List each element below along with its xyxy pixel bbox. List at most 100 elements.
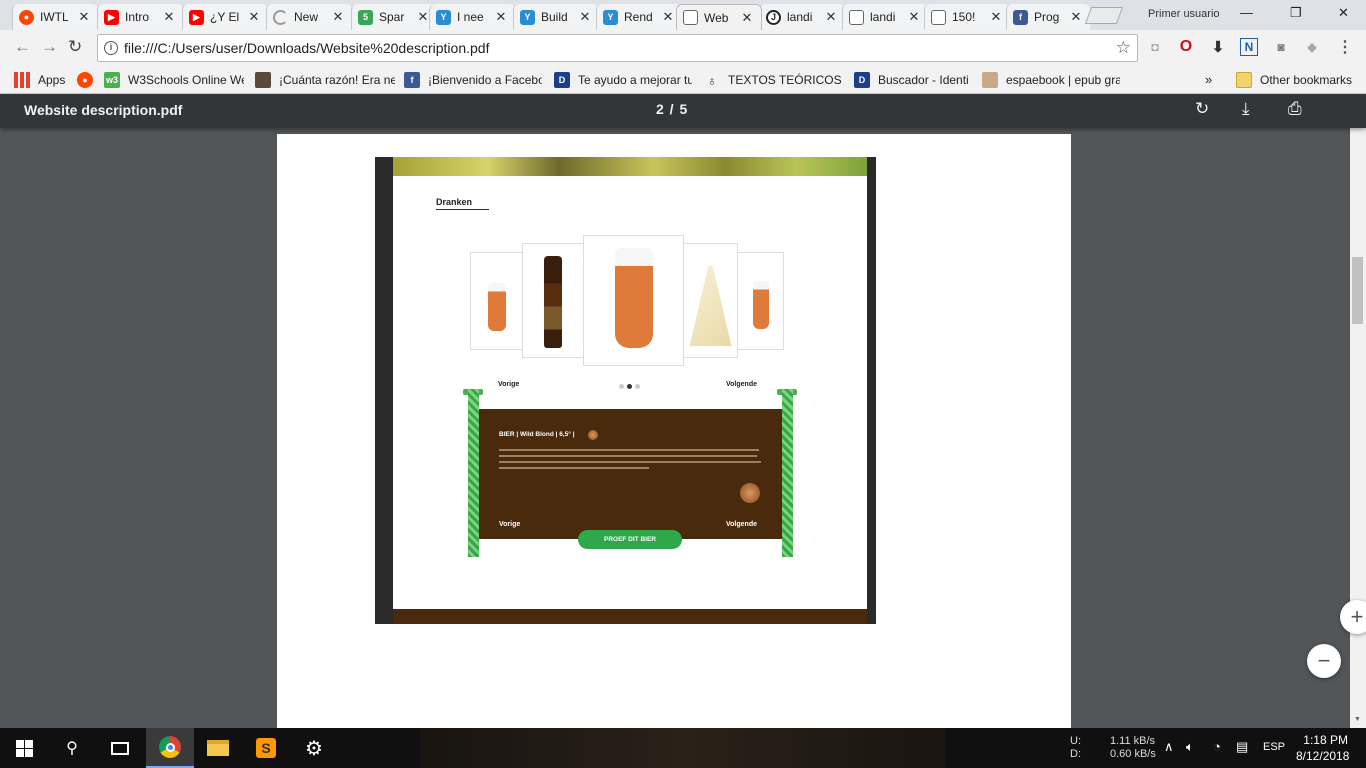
carousel-prev-link[interactable]: Vorige — [498, 381, 519, 388]
cube-icon[interactable]: ◆ — [1303, 38, 1321, 56]
bookmark-facebook[interactable]: f ¡Bienvenido a Facebo — [404, 72, 542, 88]
bookmarks-overflow-button[interactable]: » — [1205, 72, 1212, 87]
badge-icon — [588, 430, 598, 440]
tab-10[interactable]: Jlandi ✕ — [759, 4, 845, 30]
sublime-text-icon[interactable]: S — [242, 728, 290, 768]
clock[interactable]: 1:18 PM 8/12/2018 — [1296, 732, 1350, 764]
language-indicator[interactable]: ESP — [1263, 741, 1285, 753]
url-input[interactable] — [124, 39, 1104, 57]
close-icon[interactable]: ✕ — [739, 10, 755, 26]
close-icon[interactable]: ✕ — [493, 9, 509, 25]
camera-icon[interactable]: ◙ — [1272, 38, 1290, 56]
minimize-icon[interactable]: — — [1240, 5, 1253, 20]
tab-2[interactable]: ▶ Intro ✕ — [97, 4, 183, 30]
reload-icon[interactable]: ↻ — [68, 37, 82, 57]
tab-6[interactable]: Y I nee ✕ — [429, 4, 515, 30]
rotate-icon[interactable]: ↻ — [1195, 99, 1209, 119]
camera-icon[interactable]: ◘ — [1146, 38, 1164, 56]
search-icon[interactable]: ⚲ — [48, 728, 96, 768]
close-icon[interactable]: ✕ — [988, 9, 1004, 25]
tab-title: Web — [704, 10, 729, 25]
tab-9-active[interactable]: Web ✕ — [676, 4, 762, 30]
bookmark-label: ¡Bienvenido a Facebo — [428, 73, 542, 87]
carousel-dot[interactable] — [619, 384, 624, 389]
page-indicator[interactable]: 2 / 5 — [656, 101, 688, 117]
close-icon[interactable]: ✕ — [823, 9, 839, 25]
bookmark-buscador[interactable]: D Buscador - Identi — [854, 72, 972, 88]
close-icon[interactable]: ✕ — [1068, 9, 1084, 25]
tab-title: ¿Y El — [210, 10, 240, 24]
bookmark-espaebook[interactable]: espaebook | epub gra — [982, 72, 1120, 88]
carousel-next-link[interactable]: Volgende — [726, 381, 757, 388]
upload-speed: 1.11 kB/s — [1110, 735, 1156, 747]
volume-icon[interactable]: 🔈︎ — [1186, 739, 1194, 755]
new-tab-button[interactable] — [1084, 7, 1124, 24]
bookmark-w3schools[interactable]: w3 W3Schools Online We — [104, 72, 244, 88]
forward-arrow-icon[interactable]: → — [41, 37, 58, 57]
pdf-viewer[interactable]: Dranken Vorige Volgende BIER | Wild Blon… — [0, 94, 1366, 734]
close-icon[interactable]: ✕ — [76, 9, 92, 25]
bookmark-te-ayudo[interactable]: D Te ayudo a mejorar tu — [554, 72, 692, 88]
network-speed: 1.11 kB/s 0.60 kB/s — [1110, 735, 1156, 761]
n-extension-icon[interactable]: N — [1240, 38, 1258, 56]
tab-title: Intro — [125, 10, 150, 24]
zoom-in-button[interactable]: + — [1340, 600, 1366, 634]
tab-4[interactable]: New ✕ — [266, 4, 352, 30]
bookmark-textos-teoricos[interactable]: ♁ TEXTOS TEÓRICOS en — [704, 72, 844, 88]
bookmark-star-icon[interactable]: ☆ — [1116, 38, 1131, 58]
bookmark-label: Buscador - Identi — [878, 73, 969, 87]
back-arrow-icon[interactable]: ← — [14, 37, 31, 57]
date: 8/12/2018 — [1296, 749, 1350, 763]
window-close-icon[interactable]: ✕ — [1338, 5, 1349, 21]
medal-icon — [740, 483, 760, 503]
close-icon[interactable]: ✕ — [660, 9, 676, 25]
wifi-icon[interactable]: ◔ — [1213, 739, 1221, 754]
proef-dit-bier-button[interactable]: PROEF DIT BIER — [578, 530, 682, 549]
zoom-out-button[interactable]: − — [1307, 644, 1341, 678]
scroll-down-icon[interactable]: ▼ — [1354, 716, 1361, 723]
tab-11[interactable]: landi ✕ — [842, 4, 928, 30]
close-icon[interactable]: ✕ — [330, 9, 346, 25]
profile-name[interactable]: Primer usuario — [1148, 8, 1220, 20]
tab-13[interactable]: f Prog ✕ — [1006, 4, 1090, 30]
tab-5[interactable]: 5 Spar ✕ — [351, 4, 437, 30]
download-icon[interactable]: ⤓ — [1242, 99, 1250, 119]
info-icon[interactable]: i — [104, 41, 118, 55]
chevron-up-icon[interactable]: ∧ — [1164, 739, 1174, 755]
close-icon[interactable]: ✕ — [906, 9, 922, 25]
settings-gear-icon[interactable]: ⚙ — [290, 728, 338, 768]
description-line — [499, 467, 649, 469]
restore-icon[interactable]: ❐ — [1290, 5, 1302, 21]
tab-12[interactable]: 150! ✕ — [924, 4, 1010, 30]
tab-3[interactable]: ▶ ¿Y El ✕ — [182, 4, 268, 30]
close-icon[interactable]: ✕ — [577, 9, 593, 25]
bookmark-reddit[interactable]: ● — [77, 72, 97, 88]
tab-8[interactable]: Y Rend ✕ — [596, 4, 682, 30]
file-explorer-icon[interactable] — [194, 728, 242, 768]
panel-prev-link[interactable]: Vorige — [499, 521, 520, 528]
other-bookmarks[interactable]: Other bookmarks — [1236, 72, 1356, 88]
menu-icon[interactable]: ⋮ — [1336, 38, 1354, 56]
close-icon[interactable]: ✕ — [246, 9, 262, 25]
description-line — [499, 449, 759, 451]
tab-1[interactable]: ● IWTL ✕ — [12, 4, 98, 30]
tab-7[interactable]: Y Build ✕ — [513, 4, 599, 30]
carousel-dot[interactable] — [635, 384, 640, 389]
address-bar[interactable]: i ☆ — [97, 34, 1138, 62]
windows-start-icon[interactable] — [0, 728, 48, 768]
bookmark-apps[interactable]: Apps — [14, 72, 74, 88]
close-icon[interactable]: ✕ — [161, 9, 177, 25]
windows-taskbar: ⚲ S ⚙ U: D: 1.11 kB/s 0.60 kB/s ∧ 🔈︎ ◔ ▤ E… — [0, 728, 1366, 768]
notification-icon[interactable]: ▤ — [1236, 739, 1248, 755]
print-icon[interactable]: ⎙ — [1288, 99, 1302, 119]
scrollbar-thumb[interactable] — [1352, 257, 1363, 324]
decorative-pillar-left — [468, 389, 479, 557]
opera-icon[interactable]: O — [1177, 38, 1195, 56]
download-icon[interactable]: ⬇ — [1209, 38, 1227, 56]
carousel-dot-active[interactable] — [627, 384, 632, 389]
bookmark-cuanta-razon[interactable]: ¡Cuánta razón! Era ne — [255, 72, 395, 88]
panel-next-link[interactable]: Volgende — [726, 521, 757, 528]
task-view-icon[interactable] — [96, 728, 144, 768]
chrome-taskbar-icon[interactable] — [146, 728, 194, 768]
download-speed: 0.60 kB/s — [1110, 748, 1156, 760]
